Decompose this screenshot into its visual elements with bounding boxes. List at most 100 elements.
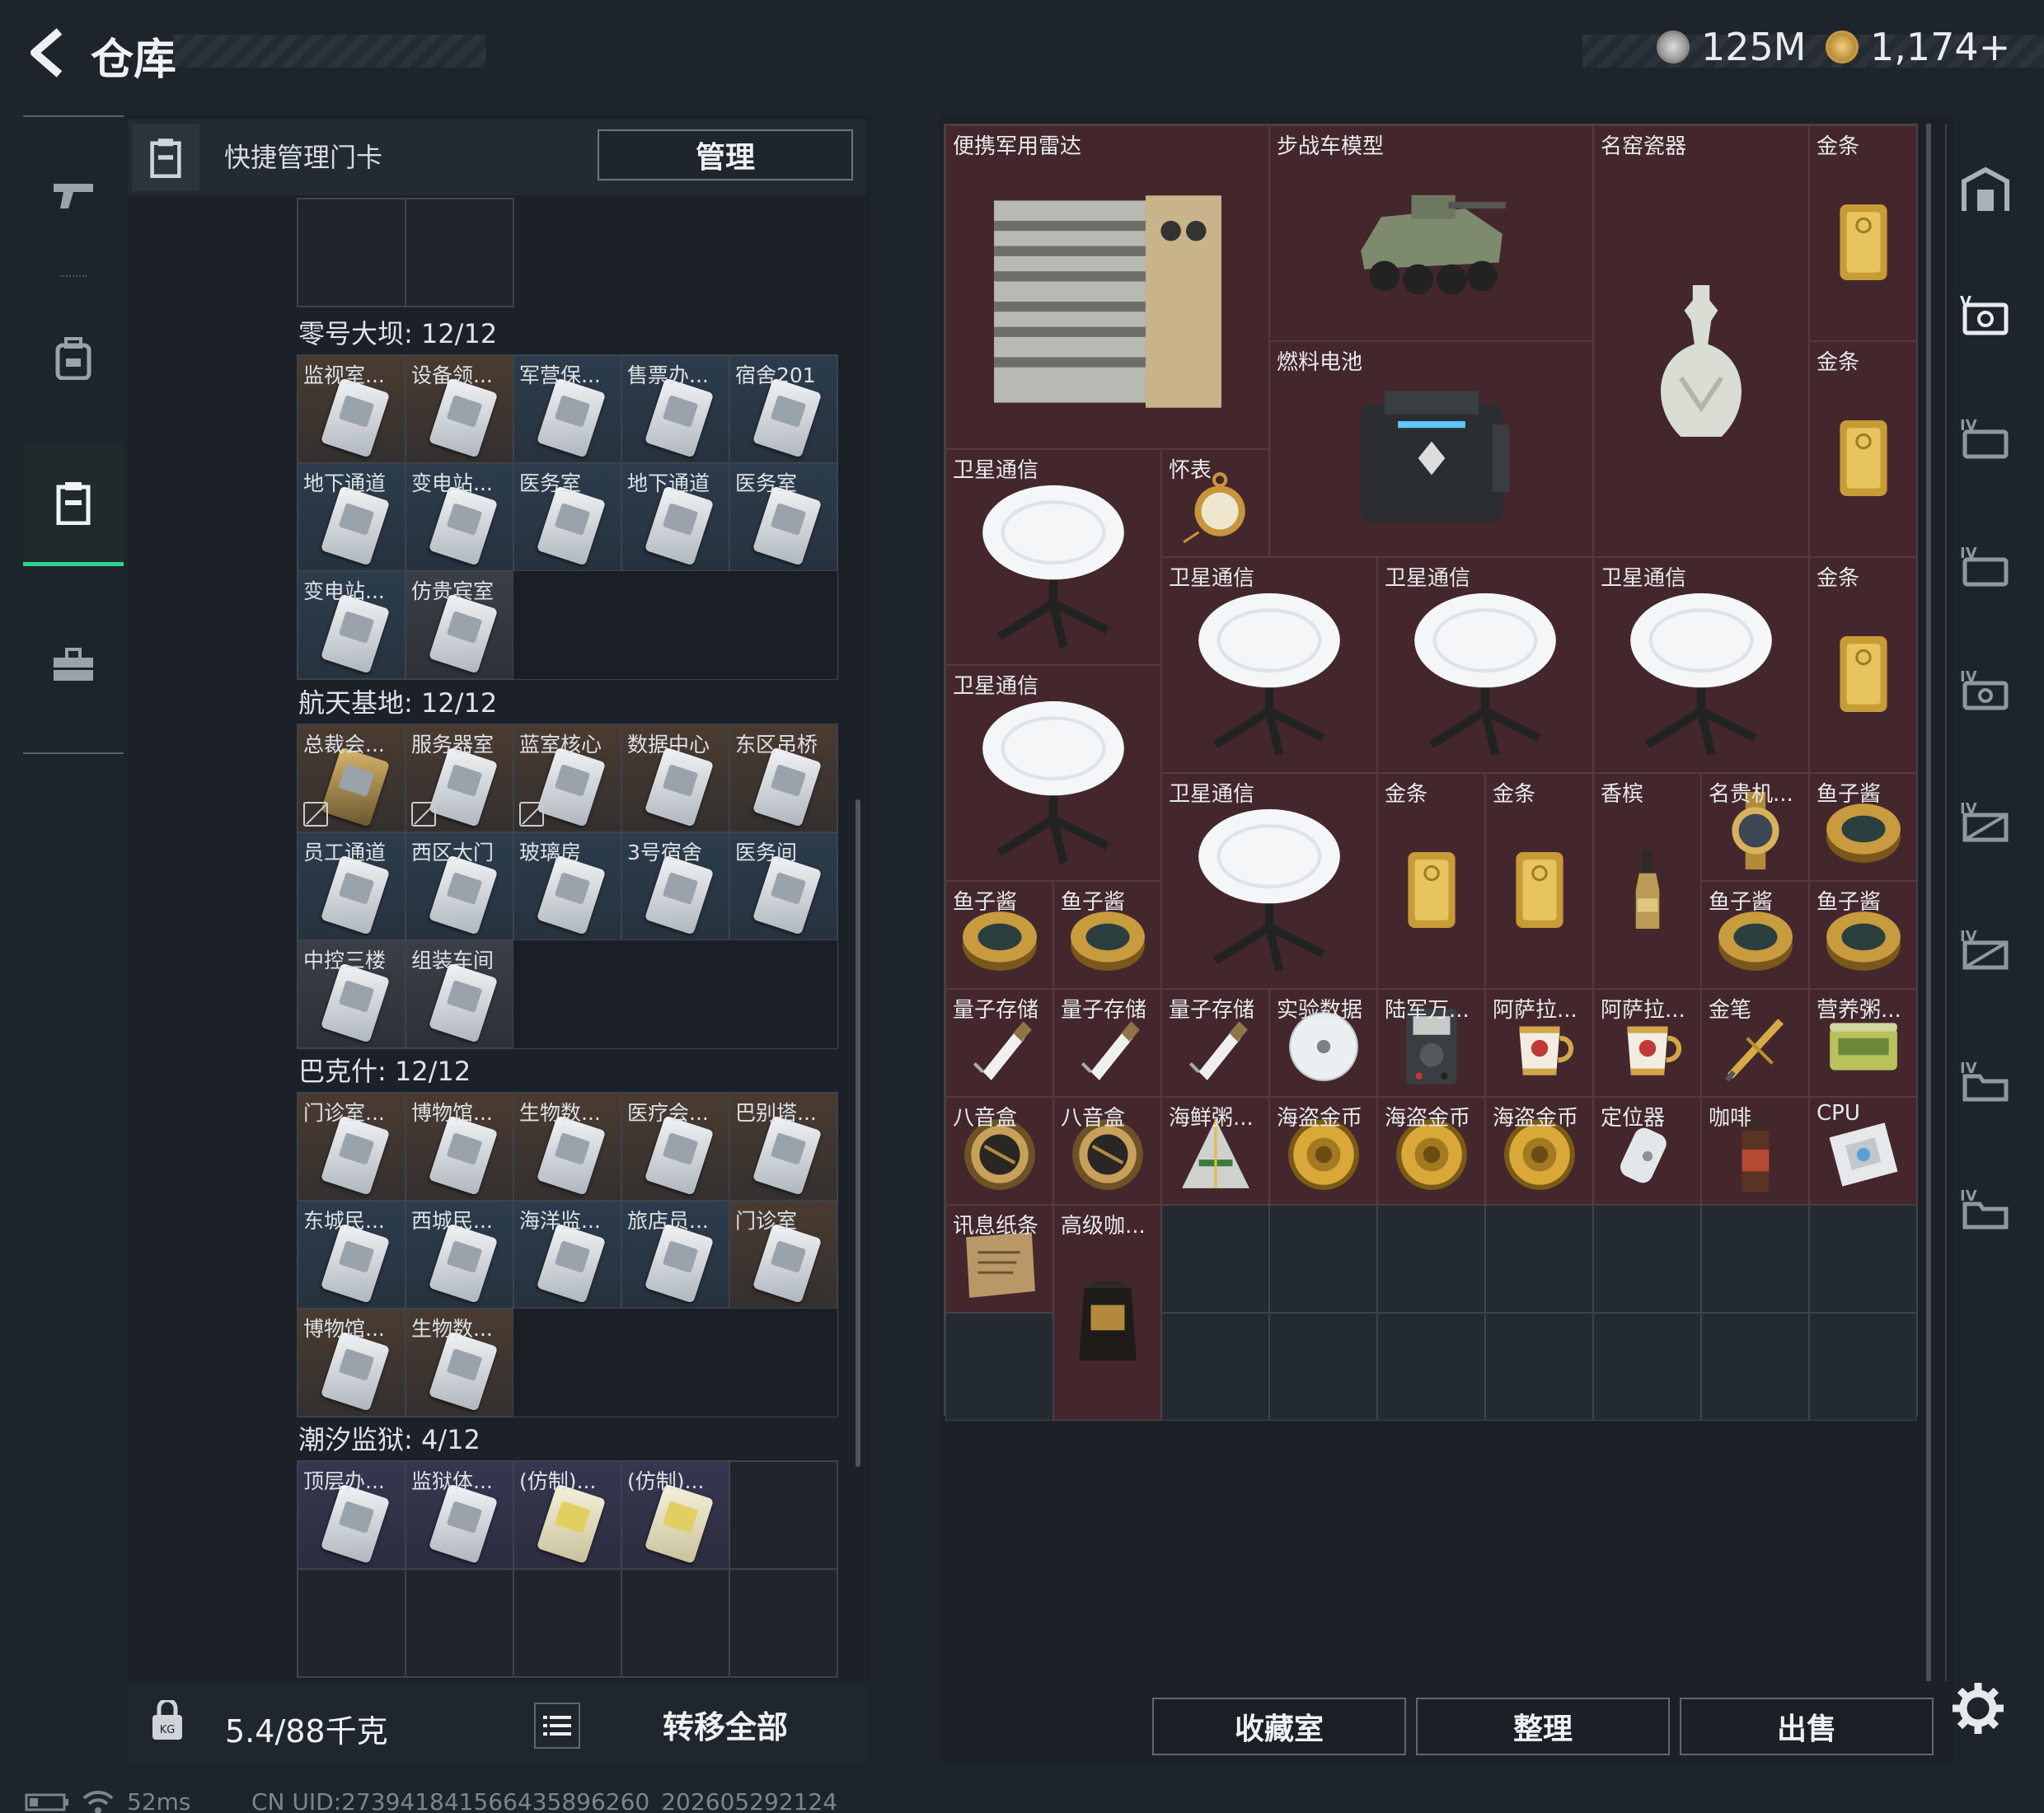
stash-item[interactable]: 香槟 [1593, 773, 1701, 989]
keycard-slot[interactable]: 门诊室 [729, 1201, 837, 1309]
keycard-slot[interactable]: 顶层办... [298, 1461, 406, 1569]
stash-item[interactable]: 鱼子酱 [1053, 881, 1161, 989]
manage-button[interactable]: 管理 [598, 129, 853, 180]
nav-stash-tab-5[interactable]: IV [1957, 791, 2014, 849]
stash-item[interactable]: 便携军用雷达 [945, 125, 1269, 449]
keycard-slot[interactable]: 仿贵宾室 [406, 571, 513, 679]
stash-item[interactable]: 名窑瓷器 [1593, 125, 1809, 557]
keycard-slot[interactable]: 博物馆... [298, 1309, 406, 1417]
stash-item[interactable]: 八音盒 [1053, 1097, 1161, 1205]
collection-room-button[interactable]: 收藏室 [1152, 1698, 1406, 1755]
stash-item[interactable]: 海盗金币 [1269, 1097, 1377, 1205]
keycard-slot[interactable]: 生物数... [406, 1309, 513, 1417]
stash-item[interactable]: 卫星通信 [1377, 557, 1593, 773]
keycard-slot[interactable]: 蓝室核心 [513, 724, 621, 832]
stash-item[interactable]: 高级咖... [1053, 1205, 1161, 1421]
keycard-slot[interactable]: 西区大门 [406, 832, 513, 940]
sell-button[interactable]: 出售 [1680, 1698, 1934, 1755]
nav-weapons[interactable] [23, 134, 124, 257]
keycard-slot[interactable]: 设备领... [406, 355, 513, 463]
stash-item[interactable]: 海盗金币 [1377, 1097, 1485, 1205]
stash-item[interactable]: 卫星通信 [945, 665, 1161, 881]
keycard-slot[interactable]: 监视室... [298, 355, 406, 463]
stash-item[interactable]: 金条 [1809, 341, 1917, 557]
nav-toolbox[interactable] [23, 603, 124, 727]
currency-balance-1[interactable]: 125M [1657, 25, 1807, 69]
stash-item[interactable]: 卫星通信 [945, 449, 1161, 665]
keycard-slot[interactable]: 医务室 [729, 463, 837, 571]
keycard-slot[interactable]: 门诊室... [298, 1093, 406, 1201]
stash-item[interactable]: 鱼子酱 [945, 881, 1053, 989]
stash-item[interactable]: 卫星通信 [1593, 557, 1809, 773]
stash-item[interactable]: 金条 [1809, 125, 1917, 341]
keycard-slot[interactable]: 军营保... [513, 355, 621, 463]
keycard-slot[interactable]: 玻璃房 [513, 832, 621, 940]
currency-balance-2[interactable]: 1,174+ [1826, 25, 2010, 69]
stash-item[interactable]: 阿萨拉... [1593, 989, 1701, 1097]
back-arrow-icon[interactable] [23, 25, 73, 81]
stash-item[interactable]: 实验数据 [1269, 989, 1377, 1097]
nav-keycards[interactable] [23, 443, 124, 566]
stash-item[interactable]: 鱼子酱 [1809, 881, 1917, 989]
stash-item[interactable]: 怀表 [1161, 449, 1269, 557]
keycard-slot[interactable]: 中控三楼 [298, 940, 406, 1048]
stash-item[interactable]: 步战车模型 [1269, 125, 1593, 341]
nav-stash-tab-3[interactable]: IV [1957, 536, 2014, 593]
nav-stash-overview[interactable] [1957, 161, 2014, 218]
stash-item[interactable]: 讯息纸条 [945, 1205, 1053, 1313]
stash-item[interactable]: 金条 [1809, 557, 1917, 773]
stash-item[interactable]: 量子存储 [1053, 989, 1161, 1097]
stash-item[interactable]: 燃料电池 [1269, 341, 1593, 557]
keycard-slot[interactable]: 宿舍201 [729, 355, 837, 463]
nav-stash-tab-7[interactable]: IV [1957, 1051, 2014, 1108]
list-view-button[interactable] [534, 1703, 580, 1749]
stash-item[interactable]: 海盗金币 [1485, 1097, 1593, 1205]
keycard-slot[interactable]: 东城民... [298, 1201, 406, 1309]
keycard-slot[interactable]: 医务室 [513, 463, 621, 571]
keycard-slot[interactable]: 巴别塔... [729, 1093, 837, 1201]
stash-item[interactable]: 咖啡 [1701, 1097, 1809, 1205]
keycard-slot[interactable]: 售票办... [621, 355, 729, 463]
keycard-slot[interactable]: 博物馆... [406, 1093, 513, 1201]
keycard-slot[interactable]: 地下通道 [621, 463, 729, 571]
nav-stash-tab-2[interactable]: IV [1957, 408, 2014, 466]
keycard-slot[interactable]: 海洋监... [513, 1201, 621, 1309]
keycard-slot[interactable]: 西城民... [406, 1201, 513, 1309]
keycard-slot[interactable]: 服务器室 [406, 724, 513, 832]
nav-backpack[interactable] [23, 297, 124, 420]
nav-stash-tab-8[interactable]: IV [1957, 1178, 2014, 1236]
keycard-slot[interactable]: 地下通道 [298, 463, 406, 571]
keycard-slot[interactable]: 组装车间 [406, 940, 513, 1048]
stash-item[interactable]: 卫星通信 [1161, 557, 1377, 773]
keycard-slot[interactable]: 旅店员... [621, 1201, 729, 1309]
stash-scrollbar[interactable] [1926, 124, 1931, 1681]
keycard-slot[interactable]: 员工通道 [298, 832, 406, 940]
stash-item[interactable]: 金条 [1485, 773, 1593, 989]
stash-item[interactable]: 阿萨拉... [1485, 989, 1593, 1097]
stash-item[interactable]: 鱼子酱 [1701, 881, 1809, 989]
stash-item[interactable]: 卫星通信 [1161, 773, 1377, 989]
keycard-slot[interactable]: 东区吊桥 [729, 724, 837, 832]
keycard-slot[interactable]: 医疗会... [621, 1093, 729, 1201]
keycard-slot[interactable]: 变电站... [406, 463, 513, 571]
keycard-scrollbar[interactable] [856, 799, 860, 1467]
stash-item[interactable]: 金条 [1377, 773, 1485, 989]
settings-gear-icon[interactable] [1949, 1679, 2007, 1737]
stash-item[interactable]: 名贵机... [1701, 773, 1809, 881]
stash-item[interactable]: CPU [1809, 1097, 1917, 1205]
keycard-slot[interactable]: 数据中心 [621, 724, 729, 832]
keycard-slot[interactable]: (仿制)... [621, 1461, 729, 1569]
stash-item[interactable]: 营养粥... [1809, 989, 1917, 1097]
nav-stash-tab-1[interactable]: V [1957, 284, 2014, 342]
transfer-all-button[interactable]: 转移全部 [593, 1689, 857, 1759]
nav-stash-tab-4[interactable]: IV [1957, 659, 2014, 717]
keycard-slot[interactable]: 3号宿舍 [621, 832, 729, 940]
stash-item[interactable]: 量子存储 [945, 989, 1053, 1097]
keycard-slot[interactable]: 监狱体... [406, 1461, 513, 1569]
stash-item[interactable]: 鱼子酱 [1809, 773, 1917, 881]
keycard-slot[interactable]: 变电站... [298, 571, 406, 679]
keycard-slot[interactable]: 医务间 [729, 832, 837, 940]
stash-item[interactable]: 定位器 [1593, 1097, 1701, 1205]
stash-item[interactable]: 量子存储 [1161, 989, 1269, 1097]
keycard-slot[interactable]: 总裁会... [298, 724, 406, 832]
